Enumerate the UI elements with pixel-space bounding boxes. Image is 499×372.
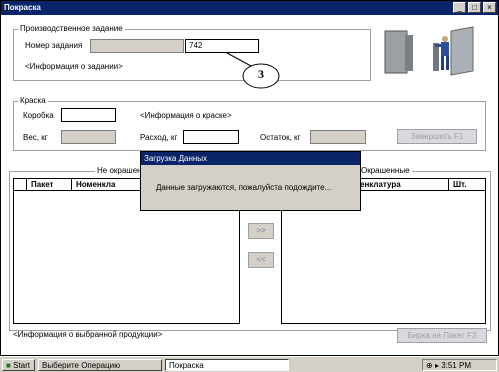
taskbar-item-painting[interactable]: Покраска [165, 359, 289, 371]
consumption-input[interactable] [183, 130, 239, 144]
task-number-label: Номер задания [25, 41, 83, 50]
box-input[interactable] [61, 108, 116, 122]
tag-package-button[interactable]: Бирка на Пакет F2 [397, 328, 487, 343]
taskbar: ■ Start Выберите Операцию Покраска ⊕ ▸ 3… [0, 356, 499, 372]
move-left-button[interactable]: << [248, 252, 274, 268]
move-right-button[interactable]: >> [248, 223, 274, 239]
right-column-nomenclature[interactable]: енклатура [355, 178, 449, 191]
start-button[interactable]: ■ Start [2, 359, 35, 371]
system-tray: ⊕ ▸ 3:51 PM [422, 359, 497, 371]
close-button[interactable]: × [483, 2, 496, 13]
remainder-field [310, 130, 366, 144]
window-title: Покраска [4, 3, 41, 12]
task-info: <Информация о задании> [25, 62, 123, 71]
input-language-icon[interactable]: ▸ [435, 361, 439, 370]
maximize-button[interactable]: □ [468, 2, 481, 13]
selected-product-info: <Информация о выбранной продукции> [13, 330, 163, 339]
left-list-title: Не окрашен [95, 166, 144, 175]
weight-label: Вес, кг [23, 133, 48, 142]
right-list-title: Окрашенные [359, 166, 412, 175]
finish-button[interactable]: Завершить F1 [397, 129, 477, 144]
loading-message: Данные загружаются, пожалуйста подождите… [156, 183, 332, 192]
start-label: Start [13, 361, 30, 370]
loading-dialog-title: Загрузка Данных [141, 152, 360, 165]
remainder-label: Остаток, кг [260, 133, 301, 142]
minimize-button[interactable]: _ [453, 2, 466, 13]
right-column-qty[interactable]: Шт. [448, 178, 486, 191]
left-column-package[interactable]: Пакет [26, 178, 72, 191]
weight-field [61, 130, 116, 144]
task-number-prefix-field [90, 39, 184, 53]
loading-dialog: Загрузка Данных Данные загружаются, пожа… [140, 151, 361, 211]
network-icon[interactable]: ⊕ [426, 361, 433, 370]
consumption-label: Расход, кг [140, 133, 178, 142]
left-select-column-header [13, 178, 27, 191]
paint-group-title: Краска [18, 96, 48, 105]
box-label: Коробка [23, 111, 54, 120]
title-bar: Покраска [1, 1, 498, 15]
paint-info: <Информация о краске> [140, 111, 232, 120]
callout-annotation [226, 52, 280, 89]
clock: 3:51 PM [441, 361, 471, 370]
task-group [13, 29, 371, 81]
app-window: Покраска _ □ × Производственное задание … [0, 0, 499, 356]
painting-station-illustration [384, 26, 474, 76]
windows-logo-icon: ■ [6, 361, 11, 370]
task-group-title: Производственное задание [18, 24, 125, 33]
left-column-nomenclature[interactable]: Номенкла [71, 178, 141, 191]
taskbar-item-select-operation[interactable]: Выберите Операцию [38, 359, 162, 371]
callout-number: 3 [258, 67, 264, 81]
